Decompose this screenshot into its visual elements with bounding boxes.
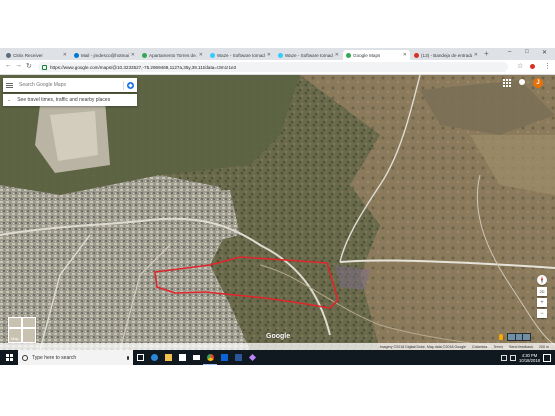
avatar[interactable]: J [533, 78, 543, 88]
tab-strip: Citrix Receiver ✕ Mail - jmdesco@hotmail… [0, 48, 555, 60]
address-bar[interactable]: https://www.google.com/maps/@10.3233527,… [38, 62, 508, 72]
satellite-map[interactable]: ⌄ See travel times, traffic and nearby p… [0, 75, 555, 350]
tab-waze-2[interactable]: Waze - Software tomado… ✕ [275, 50, 342, 60]
store-icon[interactable] [175, 350, 189, 365]
bookmark-star-icon[interactable]: ☆ [517, 62, 523, 70]
close-icon[interactable]: ✕ [403, 52, 407, 58]
taskbar-search[interactable]: Type here to search [18, 350, 133, 365]
close-icon[interactable]: ✕ [199, 52, 203, 58]
outlook-favicon-icon [74, 52, 79, 58]
word-icon[interactable] [231, 350, 245, 365]
mail-icon[interactable] [189, 350, 203, 365]
directions-icon[interactable] [127, 81, 134, 89]
clock[interactable]: 4:30 PM 10/18/2018 [519, 353, 540, 363]
maximize-button[interactable]: □ [525, 49, 529, 55]
street-view-thumbnails[interactable] [507, 333, 531, 341]
search-input[interactable] [19, 82, 120, 88]
map-imagery[interactable] [0, 75, 555, 350]
tab-google-maps[interactable]: Google Maps ✕ [343, 50, 410, 60]
browser-toolbar: ← → ↻ https://www.google.com/maps/@10.32… [0, 60, 555, 75]
url-text: https://www.google.com/maps/@10.3233527,… [50, 64, 237, 70]
attribution-text: Imagery ©2018 DigitalGlobe, Map data ©20… [379, 344, 467, 349]
tab-label: (13) - Bandeja de entrada [421, 52, 472, 58]
road-line [21, 318, 23, 342]
tab-label: Apartamento Torres de… [149, 52, 197, 58]
new-tab-button[interactable]: + [484, 49, 489, 58]
outlook-icon[interactable] [217, 350, 231, 365]
zoom-in-button[interactable]: + [537, 298, 547, 307]
map-thumb-label: Map [11, 336, 19, 341]
notifications-icon[interactable] [519, 79, 525, 85]
pegman-icon[interactable] [499, 334, 503, 340]
scale-bar[interactable]: 200 m [539, 345, 549, 349]
screen: Citrix Receiver ✕ Mail - jmdesco@hotmail… [0, 48, 555, 365]
tab-label: Citrix Receiver [13, 52, 43, 58]
notifications-center-icon[interactable] [543, 353, 551, 362]
back-button[interactable]: ← [5, 62, 12, 69]
tab-label: Mail - jmdesco@hotmail.com [81, 52, 129, 58]
view-2d-button[interactable]: 2D [537, 287, 547, 296]
system-tray: 4:30 PM 10/18/2018 [501, 353, 555, 363]
close-icon[interactable]: ✕ [335, 52, 339, 58]
close-window-button[interactable]: ✕ [542, 49, 547, 56]
maps-favicon-icon [346, 52, 351, 58]
waze-favicon-icon [210, 52, 215, 58]
windows-taskbar: Type here to search 4:30 PM 10/18/2018 [0, 350, 555, 365]
extension-icon[interactable] [530, 64, 535, 69]
citrix-favicon-icon [6, 52, 11, 58]
menu-icon[interactable] [6, 82, 13, 88]
tab-label: Google Maps [353, 52, 381, 58]
tab-label: Waze - Software tomado… [217, 52, 265, 58]
tab-inbox[interactable]: (13) - Bandeja de entrada ✕ [411, 50, 481, 60]
apps-grid-icon[interactable] [503, 79, 511, 87]
close-icon[interactable]: ✕ [63, 52, 67, 58]
network-icon[interactable] [501, 354, 508, 361]
lock-icon [42, 64, 47, 70]
compass-icon[interactable] [537, 275, 547, 285]
photos-icon[interactable] [245, 350, 259, 365]
explore-text: See travel times, traffic and nearby pla… [17, 97, 111, 103]
tab-apartamento[interactable]: Apartamento Torres de… ✕ [139, 50, 206, 60]
divider [123, 80, 124, 90]
google-logo: Google [266, 333, 291, 340]
close-icon[interactable]: ✕ [474, 52, 478, 58]
tab-citrix[interactable]: Citrix Receiver ✕ [3, 50, 70, 60]
chevron-down-icon: ⌄ [7, 97, 12, 103]
task-view-icon[interactable] [133, 350, 147, 365]
terms-link[interactable]: Terms [493, 345, 503, 349]
search-icon [22, 354, 28, 361]
gmail-favicon-icon [414, 52, 419, 58]
browser-menu-button[interactable]: ⋮ [544, 62, 551, 70]
reload-button[interactable]: ↻ [26, 62, 32, 70]
map-layer-toggle[interactable]: Map [8, 317, 36, 343]
waze-favicon-icon [278, 52, 283, 58]
close-icon[interactable]: ✕ [131, 52, 135, 58]
chrome-icon[interactable] [203, 350, 217, 365]
taskbar-search-text: Type here to search [32, 354, 77, 361]
explore-nearby-bar[interactable]: ⌄ See travel times, traffic and nearby p… [3, 94, 137, 106]
send-feedback-link[interactable]: Send feedback [509, 345, 533, 349]
clock-date: 10/18/2018 [519, 357, 540, 363]
volume-icon[interactable] [510, 354, 517, 361]
tab-waze-1[interactable]: Waze - Software tomado… ✕ [207, 50, 274, 60]
country-link[interactable]: Colombia [472, 345, 487, 349]
minimize-button[interactable]: – [508, 49, 511, 55]
site-favicon-icon [142, 52, 147, 58]
forward-button[interactable]: → [15, 62, 22, 69]
tab-label: Waze - Software tomado… [285, 52, 333, 58]
windows-logo-icon [5, 354, 13, 361]
start-button[interactable] [0, 350, 18, 365]
edge-icon[interactable] [147, 350, 161, 365]
map-attribution: Imagery ©2018 DigitalGlobe, Map data ©20… [0, 343, 555, 350]
zoom-out-button[interactable]: − [537, 309, 547, 318]
map-controls: 2D + − [537, 275, 549, 320]
map-search-box [3, 78, 137, 92]
close-icon[interactable]: ✕ [267, 52, 271, 58]
file-explorer-icon[interactable] [161, 350, 175, 365]
tab-mail[interactable]: Mail - jmdesco@hotmail.com ✕ [71, 50, 138, 60]
microphone-icon[interactable] [127, 355, 129, 360]
